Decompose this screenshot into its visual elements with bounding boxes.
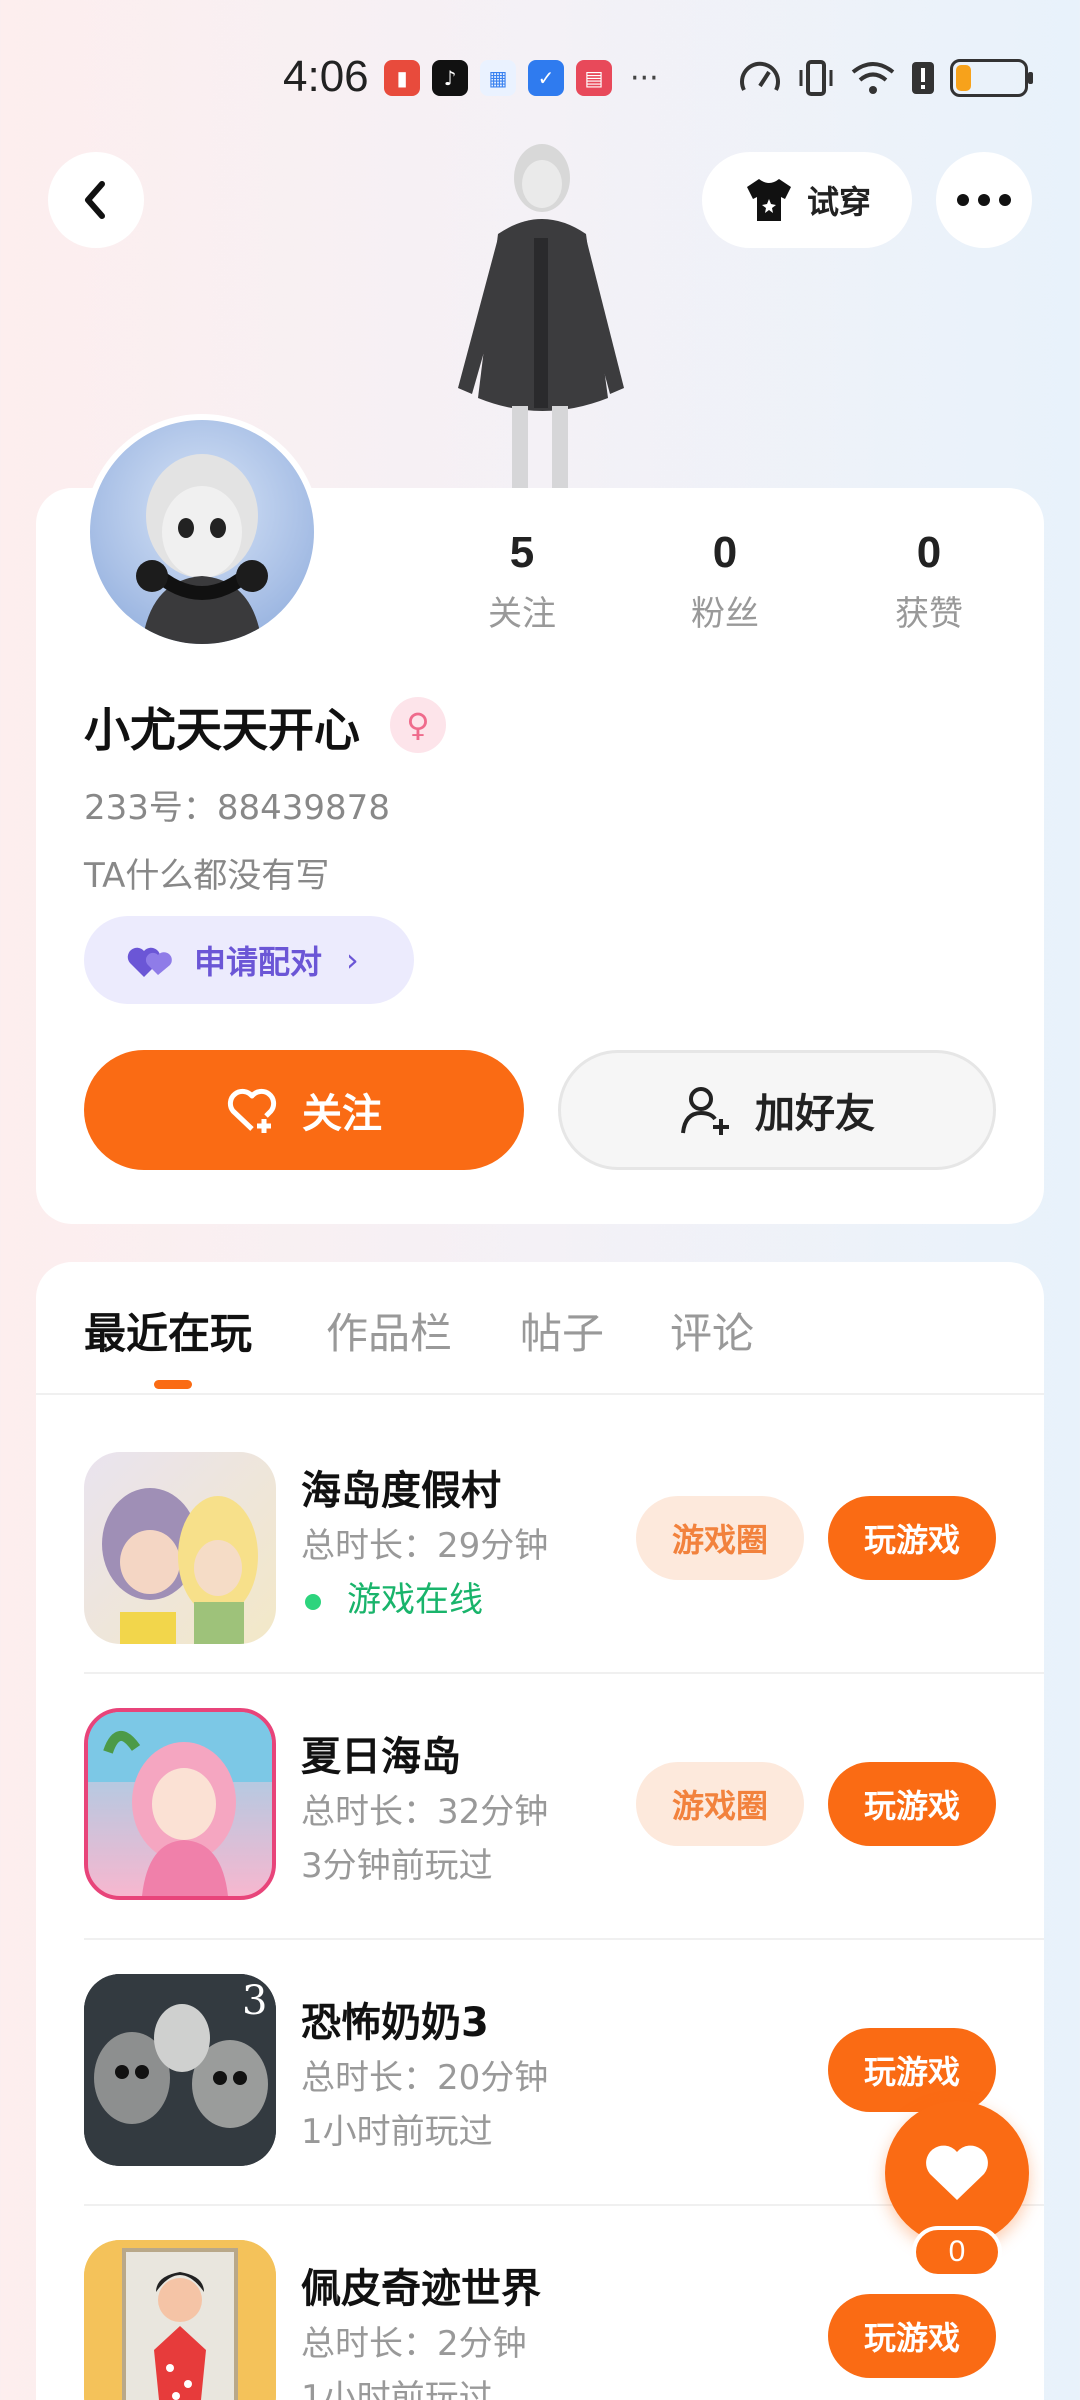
divider [84,1938,1044,1940]
try-on-button[interactable]: 试穿 [702,152,912,248]
tab-recently-played[interactable]: 最近在玩 [84,1300,252,1361]
try-on-label: 试穿 [806,183,871,221]
divider [36,1393,1044,1395]
follow-button[interactable]: 关注 [84,1050,524,1170]
stat-following[interactable]: 5 关注 [442,528,602,635]
game-title: 夏日海岛 [301,1734,461,1780]
shield-check-icon: ✓ [528,60,564,96]
game-title: 佩皮奇迹世界 [301,2266,541,2312]
stat-label: 关注 [488,594,556,634]
speedometer-icon [740,61,780,91]
online-dot-icon [305,1593,321,1610]
game-title: 恐怖奶奶3 [301,2000,489,2046]
app-notification-icon: ▮ [384,60,420,96]
bio: TA什么都没有写 [84,856,330,896]
heart-plus-icon [227,1088,277,1133]
game-thumbnail-image [88,1712,272,1896]
double-heart-icon [127,947,172,977]
play-game-label: 玩游戏 [863,1787,960,1825]
game-playtime: 总时长：32分钟 [301,1792,549,1832]
game-row[interactable]: 海岛度假村 总时长：29分钟 游戏在线 游戏圈 玩游戏 [36,1410,1044,1676]
game-title: 海岛度假村 [301,1468,501,1514]
play-game-label: 玩游戏 [863,2053,960,2091]
system-icons [738,58,1033,98]
game-thumbnail-pepi-wonder-world[interactable] [84,2240,276,2400]
stat-value: 0 [712,528,738,577]
game-playtime: 总时长：29分钟 [301,1526,549,1566]
tab-indicator [154,1380,192,1389]
game-thumbnail-island-resort[interactable] [84,1452,276,1644]
game-circle-label: 游戏圈 [671,1787,768,1825]
notification-icons: ▮ ♪ ▦ ✓ ▤ ··· [384,60,659,96]
game-row[interactable]: 佩皮奇迹世界 总时长：2分钟 1小时前玩过 玩游戏 [36,2208,1044,2400]
heart-icon [926,2145,988,2200]
sim-alert-icon [912,62,934,94]
calendar-icon: ▦ [480,60,516,96]
chevron-left-icon [85,181,105,219]
avatar[interactable] [84,414,320,650]
tab-works[interactable]: 作品栏 [326,1300,452,1361]
game-status: 1小时前玩过 [301,2378,493,2400]
add-user-icon [681,1087,729,1135]
game-status: 3分钟前玩过 [301,1846,493,1886]
vibrate-icon [799,60,833,96]
follow-label: 关注 [302,1091,382,1137]
status-time: 4:06 [283,52,369,101]
battery-icon [950,59,1033,97]
play-game-label: 玩游戏 [863,1521,960,1559]
play-game-button[interactable]: 玩游戏 [828,2028,996,2112]
stat-followers[interactable]: 0 粉丝 [645,528,805,635]
status-bar: 4:06 ▮ ♪ ▦ ✓ ▤ ··· [0,52,1080,112]
tab-comments[interactable]: 评论 [670,1300,754,1361]
user-id: 233号：88439878 [84,788,390,828]
apply-pairing-button[interactable]: 申请配对 › [84,916,414,1004]
book-icon: ▤ [576,60,612,96]
add-friend-label: 加好友 [755,1091,875,1137]
game-status: 1小时前玩过 [301,2112,493,2152]
game-thumbnail-image [84,2240,276,2400]
stat-label: 获赞 [895,594,963,634]
game-circle-label: 游戏圈 [671,1521,768,1559]
more-button[interactable] [936,152,1032,248]
stat-value: 5 [509,528,535,577]
stat-label: 粉丝 [691,594,759,634]
female-gender-icon: ♀ [390,697,446,753]
divider [84,1672,1044,1674]
game-playtime: 总时长：20分钟 [301,2058,549,2098]
avatar-image [136,454,268,644]
more-horizontal-icon [957,194,1011,206]
play-game-button[interactable]: 玩游戏 [828,1496,996,1580]
play-game-button[interactable]: 玩游戏 [828,1762,996,1846]
svg-text:3: 3 [242,1978,267,2024]
avatar-figure-image [458,144,624,490]
play-game-label: 玩游戏 [863,2319,960,2357]
game-row[interactable]: 夏日海岛 总时长：32分钟 3分钟前玩过 游戏圈 玩游戏 [36,1676,1044,1942]
username: 小尤天天开心 [84,703,360,757]
game-thumbnail-summer-island[interactable] [84,1708,276,1900]
stat-value: 0 [916,528,942,577]
play-game-button[interactable]: 玩游戏 [828,2294,996,2378]
more-notifications-icon: ··· [630,60,659,96]
game-status: 游戏在线 [301,1572,483,1621]
game-circle-button[interactable]: 游戏圈 [636,1496,804,1580]
tab-posts[interactable]: 帖子 [520,1300,604,1361]
game-status-text: 游戏在线 [347,1580,483,1620]
tiktok-icon: ♪ [432,60,468,96]
game-thumbnail-granny-3[interactable]: 3 [84,1974,276,2166]
chevron-right-icon: › [346,941,359,979]
like-count: 0 [912,2226,1002,2278]
tshirt-icon [746,179,791,221]
wifi-icon [851,62,895,94]
apply-pairing-label: 申请配对 [194,943,323,981]
game-playtime: 总时长：2分钟 [301,2324,527,2364]
back-button[interactable] [48,152,144,248]
stat-likes[interactable]: 0 获赞 [849,528,1009,635]
add-friend-button[interactable]: 加好友 [558,1050,996,1170]
game-thumbnail-image: 3 [84,1974,276,2166]
like-button[interactable] [885,2101,1029,2245]
game-thumbnail-image [102,1488,258,1644]
game-circle-button[interactable]: 游戏圈 [636,1762,804,1846]
battery-fill [956,65,971,91]
